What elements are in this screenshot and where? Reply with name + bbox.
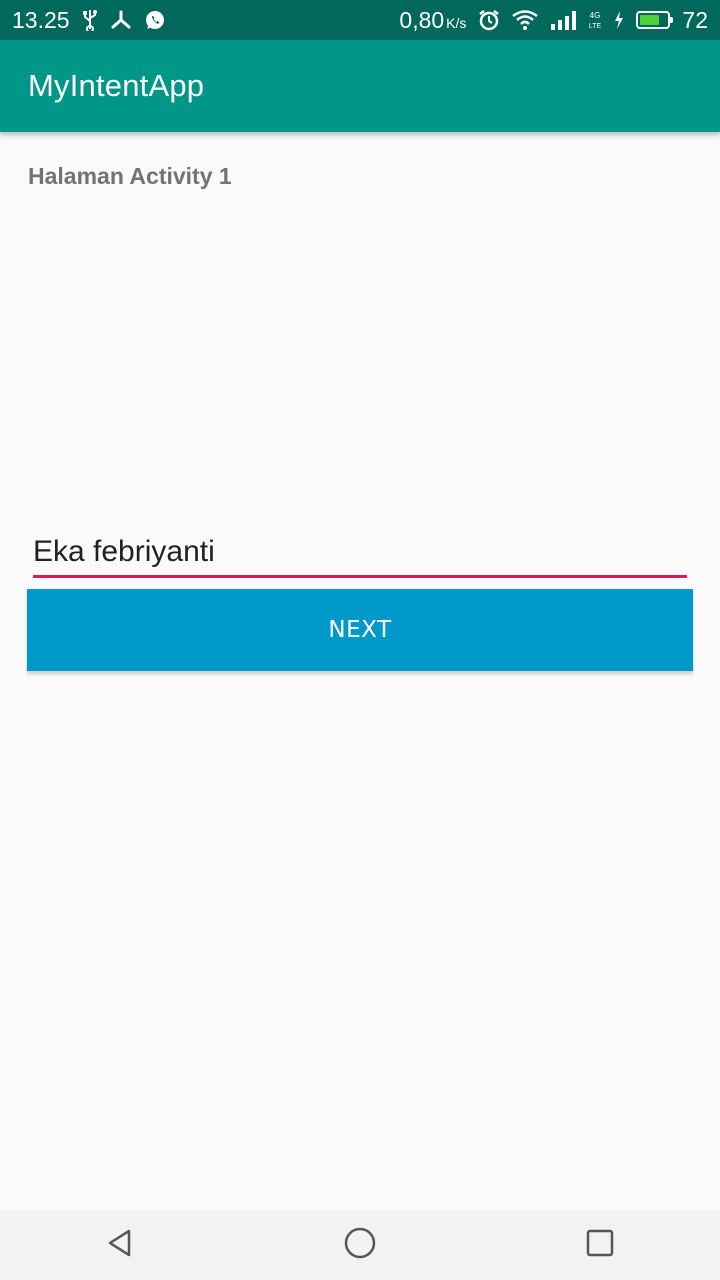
clock: 13.25 — [12, 6, 70, 33]
name-field-container — [33, 530, 687, 578]
home-icon — [343, 1226, 377, 1265]
status-bar-right: 0,80 K/s 4G LTE 72 — [399, 7, 708, 34]
page-heading: Halaman Activity 1 — [28, 163, 232, 189]
status-bar: 13.25 0,80 K/s 4G LTE 72 — [0, 0, 720, 40]
whatsapp-icon — [144, 9, 166, 31]
battery-icon — [636, 11, 674, 29]
signal-icon — [550, 10, 577, 30]
battery-level: 72 — [682, 6, 708, 33]
network-type-icon: 4G LTE — [588, 9, 602, 31]
battery-fill — [640, 15, 660, 25]
svg-text:LTE: LTE — [589, 23, 602, 30]
charging-icon — [614, 10, 624, 30]
net-speed-value: 0,80 — [399, 6, 445, 33]
app-bar: MyIntentApp — [0, 40, 720, 132]
alarm-icon — [478, 9, 500, 31]
back-button[interactable] — [90, 1215, 150, 1275]
network-speed: 0,80 K/s — [399, 7, 466, 34]
status-bar-left: 13.25 — [12, 7, 166, 34]
svg-text:4G: 4G — [590, 11, 601, 20]
navigation-bar — [0, 1210, 720, 1280]
recents-button[interactable] — [570, 1215, 630, 1275]
usb-icon — [82, 9, 98, 31]
recents-icon — [585, 1228, 615, 1263]
back-icon — [105, 1228, 135, 1263]
share-icon — [110, 10, 132, 30]
net-speed-unit: K/s — [446, 14, 467, 31]
name-input[interactable] — [33, 530, 687, 574]
app-title: MyIntentApp — [28, 68, 205, 103]
wifi-icon — [512, 10, 539, 30]
home-button[interactable] — [330, 1215, 390, 1275]
next-button[interactable]: NEXT — [27, 589, 693, 671]
